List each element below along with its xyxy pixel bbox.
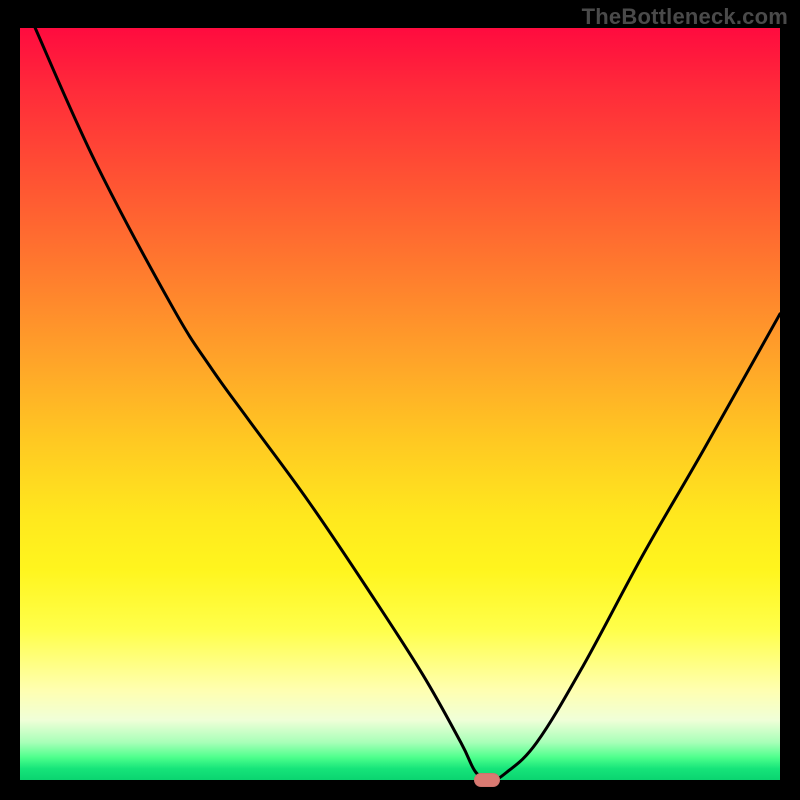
- watermark-text: TheBottleneck.com: [582, 4, 788, 30]
- chart-frame: TheBottleneck.com: [0, 0, 800, 800]
- plot-area: [20, 28, 780, 780]
- bottleneck-curve: [20, 28, 780, 780]
- curve-path: [35, 28, 780, 780]
- optimal-marker: [474, 773, 500, 787]
